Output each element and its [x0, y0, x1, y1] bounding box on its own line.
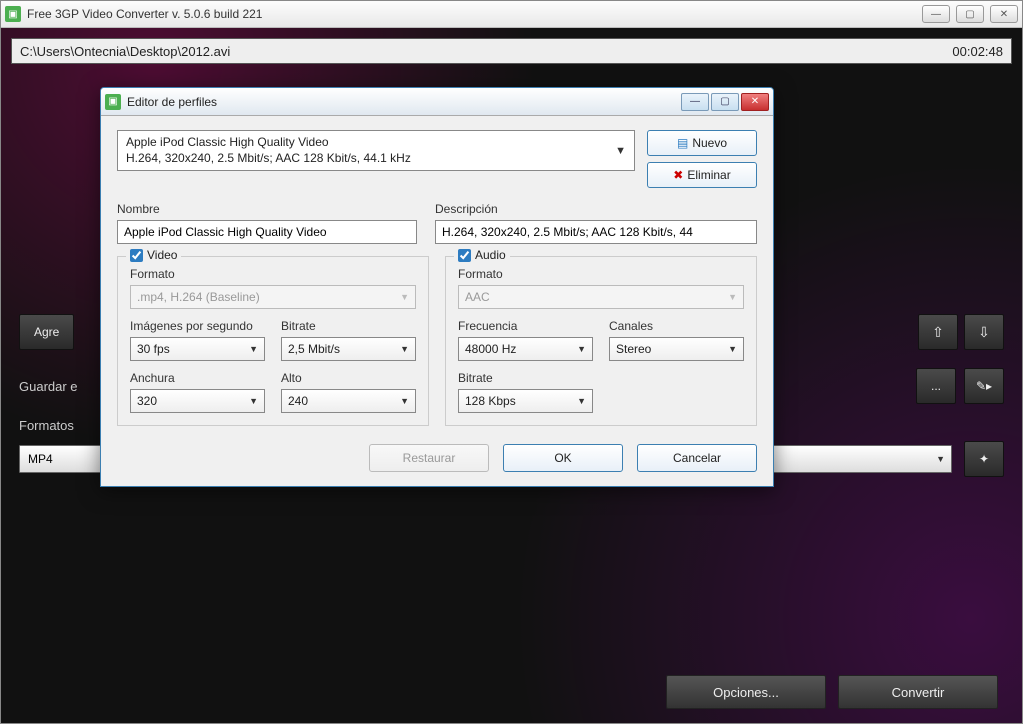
audio-legend: Audio	[475, 248, 506, 262]
profile-dropdown-line1: Apple iPod Classic High Quality Video	[126, 135, 608, 151]
video-bitrate-select[interactable]: 2,5 Mbit/s	[281, 337, 416, 361]
freq-select[interactable]: 48000 Hz	[458, 337, 593, 361]
video-checkbox[interactable]	[130, 249, 143, 262]
main-title: Free 3GP Video Converter v. 5.0.6 build …	[27, 7, 922, 21]
dialog-close-button[interactable]: ✕	[741, 93, 769, 111]
delete-x-icon: ✖	[673, 168, 683, 182]
file-duration: 00:02:48	[952, 44, 1003, 59]
audio-bitrate-select[interactable]: 128 Kbps	[458, 389, 593, 413]
move-up-button[interactable]: ⇧	[918, 314, 958, 350]
fps-select[interactable]: 30 fps	[130, 337, 265, 361]
video-format-label: Formato	[130, 267, 416, 281]
audio-checkbox[interactable]	[458, 249, 471, 262]
maximize-button[interactable]: ▢	[956, 5, 984, 23]
profile-dropdown-line2: H.264, 320x240, 2.5 Mbit/s; AAC 128 Kbit…	[126, 151, 608, 167]
profile-editor-dialog: ▣ Editor de perfiles — ▢ ✕ Apple iPod Cl…	[100, 87, 774, 487]
close-button[interactable]: ✕	[990, 5, 1018, 23]
folder-open-icon: ✎▸	[976, 379, 992, 393]
new-profile-button[interactable]: ▤Nuevo	[647, 130, 757, 156]
move-down-button[interactable]: ⇩	[964, 314, 1004, 350]
channels-select[interactable]: Stereo	[609, 337, 744, 361]
arrow-down-icon: ⇩	[978, 324, 990, 341]
width-select[interactable]: 320	[130, 389, 265, 413]
fps-label: Imágenes por segundo	[130, 319, 265, 333]
dialog-titlebar: ▣ Editor de perfiles — ▢ ✕	[101, 88, 773, 116]
dialog-minimize-button[interactable]: —	[681, 93, 709, 111]
convert-button[interactable]: Convertir	[838, 675, 998, 709]
dialog-maximize-button[interactable]: ▢	[711, 93, 739, 111]
video-bitrate-label: Bitrate	[281, 319, 416, 333]
restore-button: Restaurar	[369, 444, 489, 472]
height-label: Alto	[281, 371, 416, 385]
cancel-button[interactable]: Cancelar	[637, 444, 757, 472]
width-label: Anchura	[130, 371, 265, 385]
audio-group: Audio Formato AAC Frecuencia 48000 Hz Ca…	[445, 256, 757, 426]
name-input[interactable]	[117, 220, 417, 244]
add-files-button[interactable]: Agre	[19, 314, 74, 350]
dialog-title: Editor de perfiles	[127, 95, 681, 109]
open-folder-button[interactable]: ✎▸	[964, 368, 1004, 404]
browse-button[interactable]: ...	[916, 368, 956, 404]
minimize-button[interactable]: —	[922, 5, 950, 23]
file-row[interactable]: C:\Users\Ontecnia\Desktop\2012.avi 00:02…	[11, 38, 1012, 64]
dialog-icon: ▣	[105, 94, 121, 110]
audio-format-select: AAC	[458, 285, 744, 309]
height-select[interactable]: 240	[281, 389, 416, 413]
arrow-up-icon: ⇧	[932, 324, 944, 341]
format-label: Formatos	[19, 418, 89, 433]
options-button[interactable]: Opciones...	[666, 675, 826, 709]
wand-icon: ✦	[979, 452, 989, 466]
ok-button[interactable]: OK	[503, 444, 623, 472]
video-format-select: .mp4, H.264 (Baseline)	[130, 285, 416, 309]
file-path: C:\Users\Ontecnia\Desktop\2012.avi	[20, 44, 952, 59]
document-icon: ▤	[677, 136, 688, 150]
main-titlebar: ▣ Free 3GP Video Converter v. 5.0.6 buil…	[1, 1, 1022, 28]
audio-bitrate-label: Bitrate	[458, 371, 593, 385]
delete-profile-button[interactable]: ✖Eliminar	[647, 162, 757, 188]
video-legend: Video	[147, 248, 177, 262]
video-group: Video Formato .mp4, H.264 (Baseline) Imá…	[117, 256, 429, 426]
description-label: Descripción	[435, 202, 757, 216]
channels-label: Canales	[609, 319, 744, 333]
freq-label: Frecuencia	[458, 319, 593, 333]
description-input[interactable]	[435, 220, 757, 244]
name-label: Nombre	[117, 202, 417, 216]
save-to-label: Guardar e	[19, 379, 89, 394]
audio-format-label: Formato	[458, 267, 744, 281]
profile-edit-button[interactable]: ✦	[964, 441, 1004, 477]
profile-dropdown[interactable]: Apple iPod Classic High Quality Video H.…	[117, 130, 635, 171]
app-icon: ▣	[5, 6, 21, 22]
